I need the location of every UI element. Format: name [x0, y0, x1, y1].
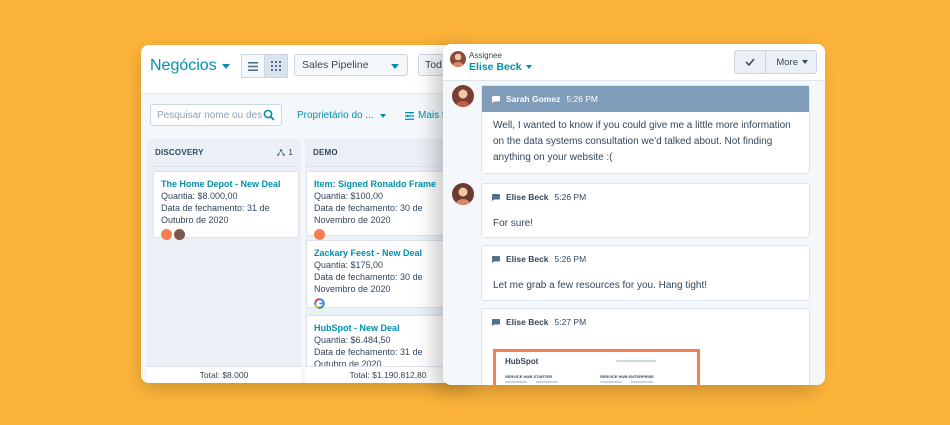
pipeline-select[interactable]: Sales Pipeline — [294, 54, 408, 76]
column-count: 1 — [277, 148, 293, 157]
deals-title-dropdown[interactable]: Negócios — [150, 57, 230, 75]
chevron-down-icon — [221, 63, 230, 69]
avatar — [174, 229, 185, 240]
conversation-window: Assignee Elise Beck More Sarah Gomez 5:2… — [443, 44, 825, 385]
message-author: Elise Beck — [506, 254, 549, 264]
person-icon — [452, 53, 464, 67]
message-time: 5:27 PM — [554, 317, 587, 327]
message-text: Well, I wanted to know if you could give… — [493, 120, 791, 163]
attachment-column-title: SERVICE HUB ENTERPRISE — [600, 374, 654, 379]
message-time: 5:26 PM — [566, 94, 598, 104]
secondary-select-value: Tod — [425, 59, 442, 71]
checkmark-icon — [745, 58, 755, 66]
assignee-dropdown[interactable]: Elise Beck — [469, 61, 532, 73]
board-column-discovery: DISCOVERY 1 The Home Depot - New Deal Qu… — [147, 139, 301, 383]
attachment-text-line — [536, 381, 558, 383]
attachment-preview[interactable]: HubSpot SERVICE HUB STARTER SERVICE HUB … — [493, 349, 700, 385]
search-icon[interactable] — [263, 109, 275, 121]
message-bubble: Elise Beck 5:26 PM Let me grab a few res… — [481, 245, 810, 301]
avatar — [450, 51, 466, 67]
attachment-text-line — [616, 360, 656, 362]
message-header: Sarah Gomez 5:26 PM — [482, 86, 809, 112]
deal-board: DISCOVERY 1 The Home Depot - New Deal Qu… — [141, 139, 471, 383]
chat-channel-icon — [492, 95, 500, 103]
hubspot-logo: HubSpot — [505, 357, 539, 366]
avatar — [452, 183, 474, 205]
deal-card-close-date-cont: Outubro de 2020 — [161, 215, 229, 225]
chevron-down-icon — [379, 113, 386, 118]
more-filters-label: Mais f — [418, 110, 445, 121]
message-header: Elise Beck 5:26 PM — [482, 184, 809, 210]
deals-window: Negócios Sales Pipeline Tod Pesquisar no… — [141, 45, 471, 383]
chevron-down-icon — [391, 64, 399, 69]
conversation-header: Assignee Elise Beck More — [443, 44, 825, 81]
message-text: Let me grab a few resources for you. Han… — [493, 280, 707, 291]
pipeline-select-value: Sales Pipeline — [302, 59, 369, 71]
chevron-down-icon — [802, 60, 808, 64]
deal-card-title[interactable]: The Home Depot - New Deal — [161, 178, 291, 190]
view-toggle — [241, 54, 288, 78]
attachment-text-line — [505, 381, 527, 383]
message-author: Sarah Gomez — [506, 94, 561, 104]
column-title: DEMO — [313, 148, 338, 157]
list-view-button[interactable] — [241, 54, 265, 78]
message-author: Elise Beck — [506, 192, 549, 202]
close-conversation-button[interactable] — [734, 50, 767, 74]
owner-filter-dropdown[interactable]: Proprietário do ... — [297, 110, 386, 121]
message-time: 5:26 PM — [554, 254, 587, 264]
message-text: For sure! — [493, 218, 534, 229]
search-placeholder: Pesquisar nome ou des — [157, 109, 263, 121]
avatar — [452, 85, 474, 107]
message-header: Elise Beck 5:26 PM — [482, 246, 809, 272]
person-icon — [456, 89, 470, 107]
hierarchy-icon — [277, 149, 286, 156]
header-actions: More — [734, 50, 817, 74]
message-bubble: Sarah Gomez 5:26 PM Well, I wanted to kn… — [481, 85, 810, 174]
attachment-column-title: SERVICE HUB STARTER — [505, 374, 552, 379]
chevron-down-icon — [525, 65, 532, 69]
message-header: Elise Beck 5:27 PM — [482, 309, 809, 335]
message-author: Elise Beck — [506, 317, 549, 327]
deal-card-close-date: Data de fechamento: 31 de — [161, 203, 270, 213]
deal-card[interactable]: The Home Depot - New Deal Quantia: $8.00… — [153, 171, 299, 240]
filter-bar: Pesquisar nome ou des Proprietário do ..… — [141, 93, 471, 139]
company-logo-icon — [161, 229, 172, 240]
chat-channel-icon — [492, 193, 500, 201]
column-title: DISCOVERY — [155, 148, 204, 157]
column-count-value: 1 — [288, 148, 293, 157]
attachment-text-line — [631, 381, 653, 383]
chat-channel-icon — [492, 255, 500, 263]
deal-card-avatars — [161, 229, 291, 240]
person-icon — [456, 187, 470, 205]
deals-header: Negócios Sales Pipeline Tod — [141, 45, 471, 93]
column-total: Total: $8.000 — [147, 366, 301, 383]
attachment-text-line — [600, 381, 622, 383]
owner-filter-label: Proprietário do ... — [297, 110, 374, 121]
column-header: DISCOVERY 1 — [147, 139, 301, 167]
assignee-name: Elise Beck — [469, 61, 522, 73]
more-filters-button[interactable]: Mais f — [405, 110, 445, 121]
deal-card-amount: Quantia: $8.000,00 — [161, 191, 238, 201]
more-button[interactable]: More — [766, 50, 817, 74]
chat-channel-icon — [492, 318, 500, 326]
hubspot-logo-icon — [314, 229, 325, 240]
search-input[interactable]: Pesquisar nome ou des — [150, 104, 282, 126]
assignee-label: Assignee — [469, 51, 502, 60]
list-icon — [248, 61, 258, 71]
message-bubble: Elise Beck 5:26 PM For sure! — [481, 183, 810, 238]
more-button-label: More — [776, 56, 798, 68]
grid-icon — [271, 61, 281, 71]
filter-icon — [405, 111, 414, 120]
google-logo-icon — [314, 298, 325, 309]
board-view-button[interactable] — [265, 54, 288, 78]
message-time: 5:26 PM — [554, 192, 587, 202]
page-title: Negócios — [150, 57, 217, 74]
message-bubble: Elise Beck 5:27 PM HubSpot SERVICE HUB S… — [481, 308, 810, 385]
